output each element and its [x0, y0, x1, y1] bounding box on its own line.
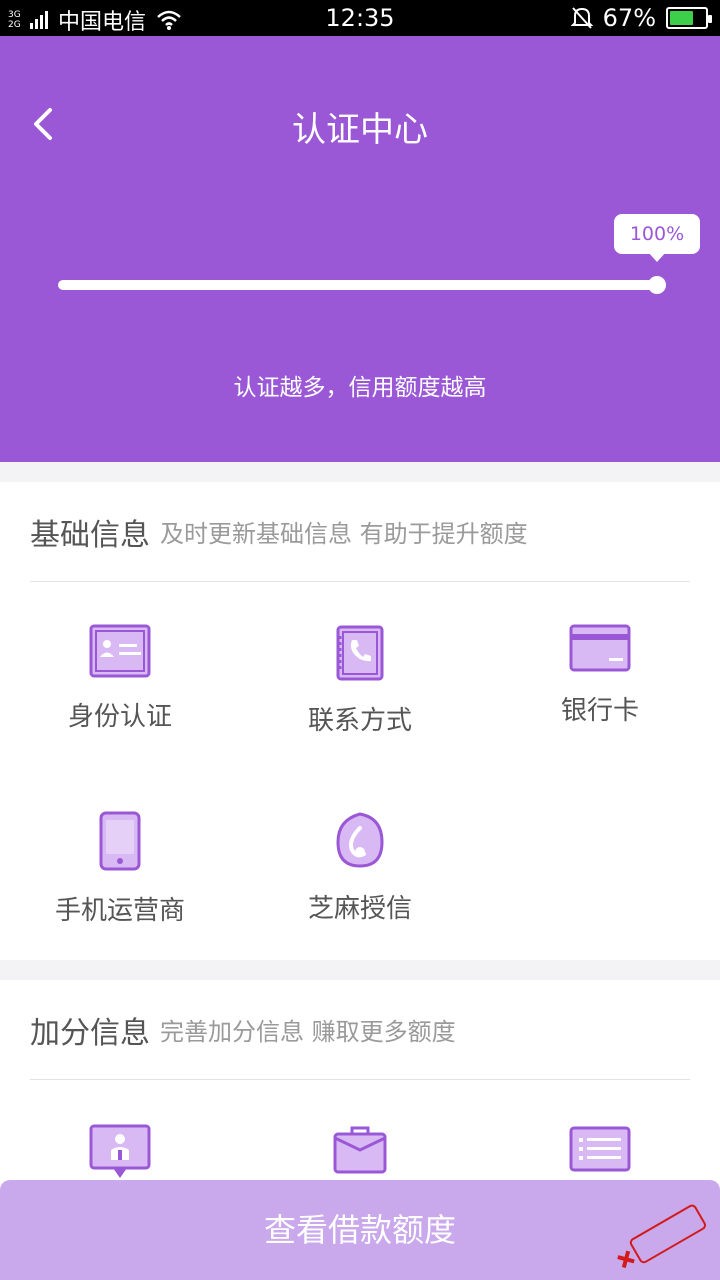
section-subtitle: 完善加分信息 赚取更多额度 — [160, 1018, 456, 1046]
bank-card-icon — [569, 624, 631, 672]
contacts-book-icon — [336, 625, 384, 681]
bonus-info-header: 加分信息 完善加分信息 赚取更多额度 — [30, 980, 690, 1080]
section-subtitle: 及时更新基础信息 有助于提升额度 — [160, 520, 528, 548]
item-bank-card[interactable]: 银行卡 — [480, 624, 720, 727]
progress-track — [58, 280, 666, 290]
sesame-credit-icon — [336, 812, 384, 868]
item-label: 芝麻授信 — [307, 894, 412, 924]
header: 认证中心 100% 认证越多，信用额度越高 — [0, 36, 720, 462]
item-bonus-records[interactable] — [480, 1126, 720, 1172]
section-title: 基础信息 — [30, 517, 150, 553]
mobile-phone-icon — [99, 811, 141, 871]
progress-bubble-tail — [648, 252, 666, 262]
item-bonus-work[interactable] — [240, 1126, 480, 1174]
basic-info-header: 基础信息 及时更新基础信息 有助于提升额度 — [30, 482, 690, 582]
profile-badge-icon — [89, 1124, 151, 1178]
item-bonus-profile[interactable] — [0, 1124, 240, 1180]
battery-percent: 67% — [602, 4, 656, 32]
item-carrier[interactable]: 手机运营商 — [0, 810, 240, 927]
mute-bell-icon — [570, 7, 593, 29]
battery-icon — [666, 7, 712, 29]
basic-info-card: 基础信息 及时更新基础信息 有助于提升额度 身份认证 联系方式 银行卡 手机运营… — [0, 482, 720, 960]
page-title: 认证中心 — [292, 110, 428, 150]
item-label: 银行卡 — [560, 696, 639, 726]
item-identity[interactable]: 身份认证 — [0, 624, 240, 733]
status-bar: 3G 2G 中国电信 12:35 67% — [0, 0, 720, 36]
briefcase-icon — [333, 1126, 387, 1174]
slogan: 认证越多，信用额度越高 — [233, 375, 487, 401]
item-label: 身份认证 — [67, 702, 172, 732]
item-sesame[interactable]: 芝麻授信 — [240, 810, 480, 925]
list-document-icon — [569, 1126, 631, 1172]
item-contacts[interactable]: 联系方式 — [240, 624, 480, 737]
item-label: 联系方式 — [307, 706, 412, 736]
id-card-icon — [89, 624, 151, 678]
progress-bubble: 100% — [614, 214, 700, 254]
progress-knob — [648, 276, 666, 294]
section-title: 加分信息 — [30, 1015, 150, 1051]
item-label: 手机运营商 — [54, 896, 185, 926]
